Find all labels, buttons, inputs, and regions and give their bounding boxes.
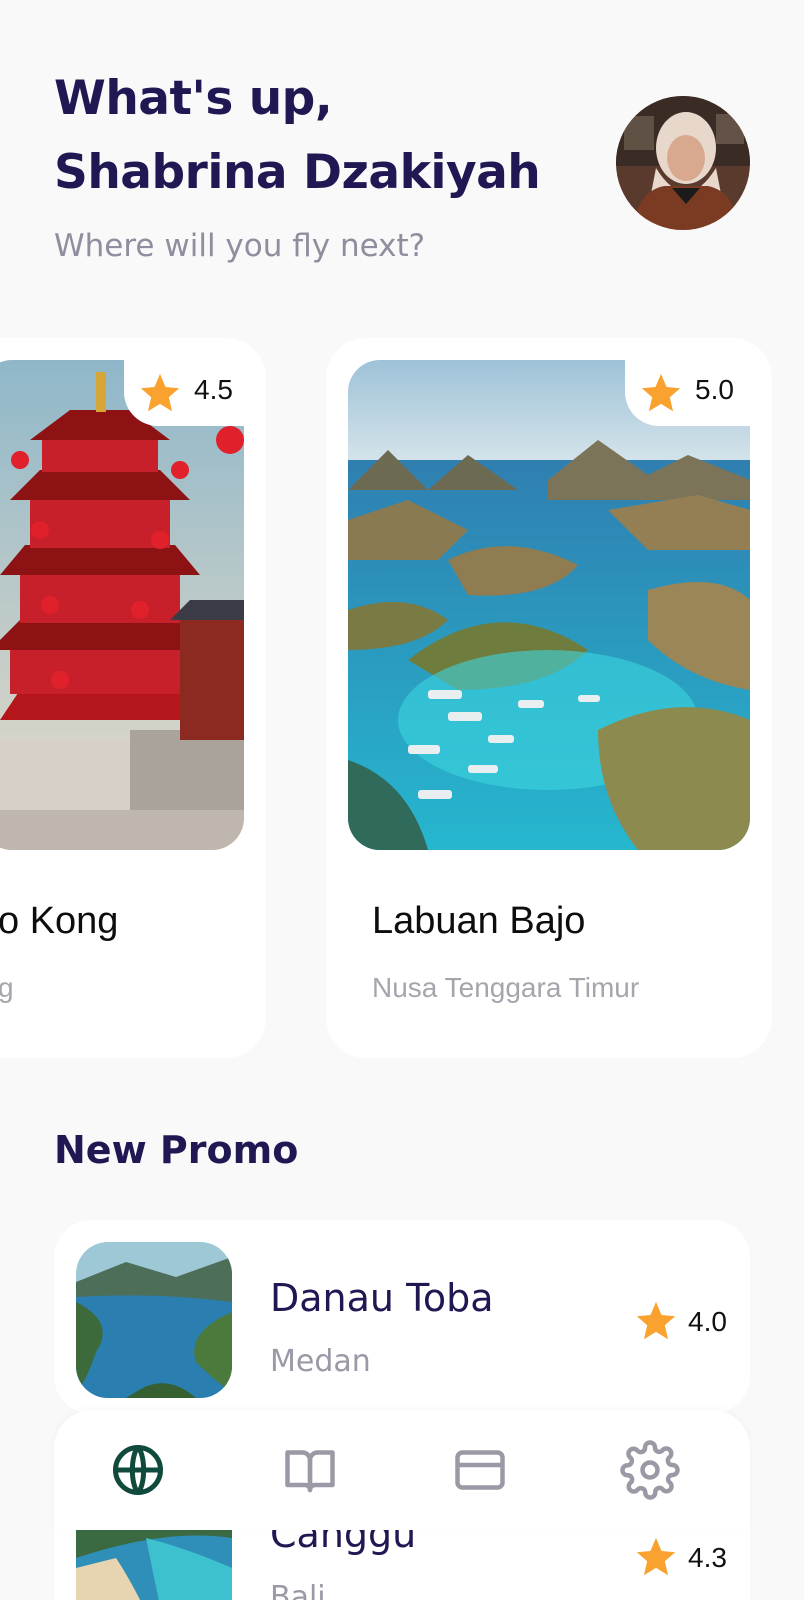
nav-settings[interactable] <box>620 1440 680 1500</box>
destination-image-labuan-bajo <box>348 360 750 850</box>
rating-value: 4.5 <box>194 374 233 405</box>
nav-explore[interactable] <box>108 1440 168 1500</box>
destination-name: o Kong <box>0 900 119 942</box>
user-avatar-image <box>616 96 750 230</box>
promo-location: Bali <box>270 1580 326 1600</box>
pagoda-illustration <box>0 360 244 850</box>
destination-card-hong-kong[interactable]: 4.5 o Kong g <box>0 338 266 1058</box>
greeting-heading: What's up, Shabrina Dzakiyah <box>54 62 541 210</box>
destination-image-hong-kong <box>0 360 244 850</box>
home-screen: What's up, Shabrina Dzakiyah Where will … <box>0 0 804 1600</box>
star-icon <box>140 373 180 412</box>
star-icon <box>636 1537 676 1576</box>
rating-value: 4.0 <box>688 1306 727 1337</box>
card-icon <box>455 1450 505 1490</box>
promo-name: Danau Toba <box>270 1276 494 1320</box>
nav-bookings[interactable] <box>280 1440 340 1500</box>
rating-value: 5.0 <box>695 374 734 405</box>
promo-card-danau-toba[interactable]: Danau Toba Medan 4.0 <box>54 1220 750 1414</box>
section-title-new-promo: New Promo <box>54 1128 299 1172</box>
star-icon <box>636 1301 676 1340</box>
rating-value: 4.3 <box>688 1542 727 1573</box>
greeting-line-1: What's up, <box>54 71 333 126</box>
book-icon <box>285 1450 335 1493</box>
rating-badge: 4.5 <box>124 360 249 426</box>
avatar[interactable] <box>616 96 750 230</box>
destination-card-labuan-bajo[interactable]: 5.0 Labuan Bajo Nusa Tenggara Timur <box>326 338 772 1058</box>
bottom-navigation <box>54 1410 750 1530</box>
destination-location: Nusa Tenggara Timur <box>372 972 640 1003</box>
lake-illustration <box>76 1242 232 1398</box>
greeting-subtitle: Where will you fly next? <box>54 228 426 264</box>
user-name: Shabrina Dzakiyah <box>54 145 541 200</box>
islands-illustration <box>348 360 750 850</box>
promo-location: Medan <box>270 1344 371 1379</box>
promo-rating: 4.3 <box>632 1534 728 1584</box>
destination-name: Labuan Bajo <box>372 900 586 942</box>
star-icon <box>641 373 681 412</box>
destination-location: g <box>0 972 14 1003</box>
promo-rating: 4.0 <box>632 1298 728 1348</box>
rating-badge: 5.0 <box>625 360 750 426</box>
globe-icon <box>113 1445 163 1495</box>
gear-icon <box>620 1440 680 1500</box>
nav-payments[interactable] <box>450 1440 510 1500</box>
promo-thumbnail <box>76 1242 232 1398</box>
